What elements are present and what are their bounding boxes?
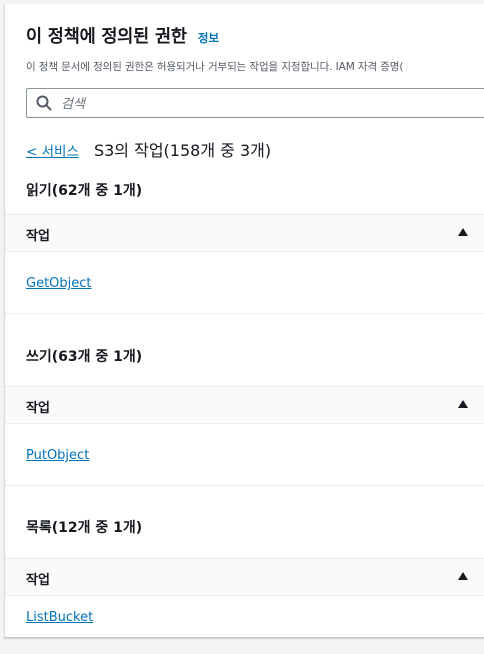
search-icon [36, 95, 52, 111]
table-header-write: 작업 [5, 386, 484, 424]
section-title-list: 목록(12개 중 1개) [26, 520, 143, 536]
search-box[interactable] [26, 88, 484, 118]
service-actions-title: S3의 작업(158개 중 3개) [93, 141, 272, 160]
sort-ascending-icon[interactable] [458, 572, 468, 580]
search-input[interactable] [59, 91, 483, 117]
action-link-putobject[interactable]: PutObject [26, 448, 89, 463]
action-link-getobject[interactable]: GetObject [26, 276, 92, 291]
table-row: ListBucket [5, 596, 484, 637]
back-to-services-link[interactable]: < 서비스 [26, 144, 79, 160]
table-row: GetObject [5, 252, 484, 314]
table-header-read: 작업 [5, 214, 484, 252]
panel-header: 이 정책에 정의된 권한 정보 [26, 23, 219, 48]
panel-title: 이 정책에 정의된 권한 [26, 27, 187, 47]
sort-ascending-icon[interactable] [458, 400, 468, 408]
table-row: PutObject [5, 424, 484, 486]
column-header-action[interactable]: 작업 [26, 569, 50, 588]
table-header-list: 작업 [5, 558, 484, 596]
column-header-action[interactable]: 작업 [26, 225, 50, 244]
permissions-panel: 이 정책에 정의된 권한 정보 이 정책 문서에 정의된 권한은 허용되거나 거… [4, 4, 484, 638]
panel-description: 이 정책 문서에 정의된 권한은 허용되거나 거부되는 작업을 지정합니다. I… [26, 61, 404, 73]
section-title-read: 읽기(62개 중 1개) [26, 183, 143, 199]
column-header-action[interactable]: 작업 [26, 397, 50, 416]
section-title-write: 쓰기(63개 중 1개) [26, 349, 143, 365]
breadcrumb: < 서비스 S3의 작업(158개 중 3개) [26, 137, 271, 161]
info-link[interactable]: 정보 [198, 31, 219, 45]
action-link-listbucket[interactable]: ListBucket [26, 610, 93, 625]
sort-ascending-icon[interactable] [458, 228, 468, 236]
